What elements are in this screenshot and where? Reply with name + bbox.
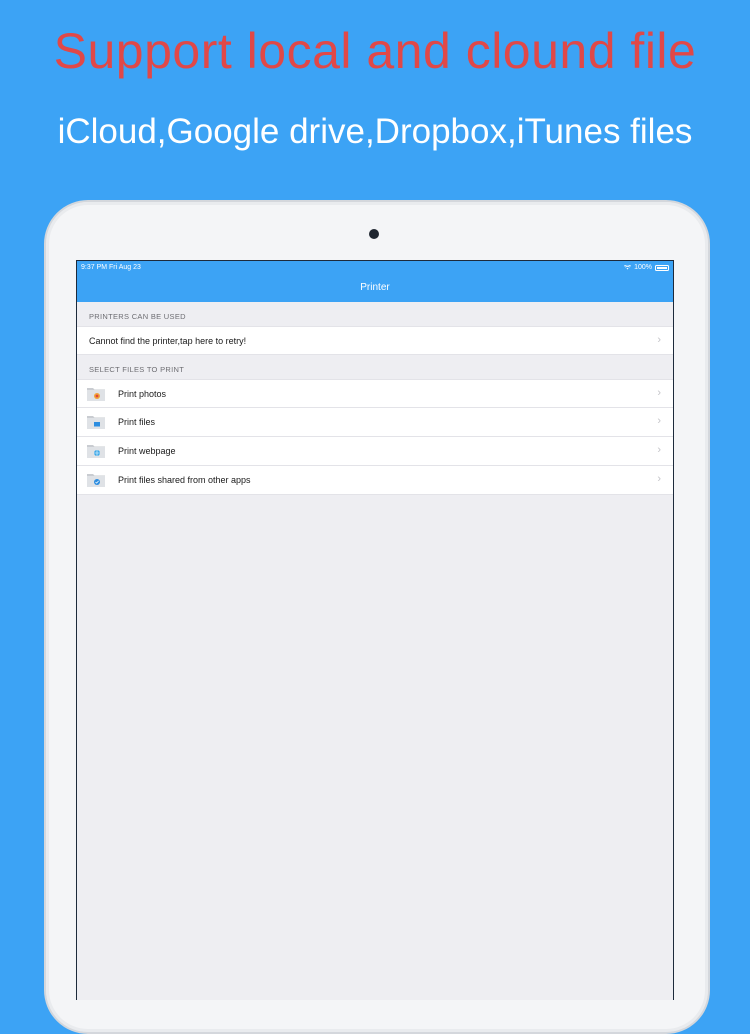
list-item-label: Print webpage [118,446,176,456]
section-header-files: SELECT FILES TO PRINT [77,355,673,379]
battery-icon [655,264,669,271]
status-bar: 9:37 PM Fri Aug 23 100% [77,261,673,274]
section-header-printers: PRINTERS CAN BE USED [77,302,673,326]
front-camera [369,229,379,239]
retry-printer-row[interactable]: Cannot find the printer,tap here to retr… [77,326,673,355]
app-screen: 9:37 PM Fri Aug 23 100% Printer PRINTERS… [76,260,674,1000]
promo-headline: Support local and clound file [53,23,697,79]
chevron-right-icon: › [657,444,661,456]
battery-percent: 100% [634,264,652,271]
status-right: 100% [624,264,669,271]
promo-subline: iCloud,Google drive,Dropbox,iTunes files [57,112,693,151]
list-item-print-files[interactable]: Print files › [77,408,673,437]
files-folder-icon [87,416,105,429]
list-item-print-shared-files[interactable]: Print files shared from other apps › [77,466,673,495]
webpage-folder-icon [87,445,105,458]
section-header-files-label: SELECT FILES TO PRINT [89,365,185,374]
nav-title: Printer [360,282,390,293]
chevron-right-icon: › [657,473,661,485]
list-item-label: Print files shared from other apps [118,475,251,485]
list-item-label: Print photos [118,389,167,399]
photos-folder-icon [87,388,105,401]
chevron-right-icon: › [657,334,661,346]
wifi-icon [624,265,632,270]
list-item-print-webpage[interactable]: Print webpage › [77,437,673,466]
section-header-printers-label: PRINTERS CAN BE USED [89,312,186,321]
retry-printer-label: Cannot find the printer,tap here to retr… [89,336,247,346]
chevron-right-icon: › [657,387,661,399]
status-time-date: 9:37 PM Fri Aug 23 [81,264,141,271]
shared-folder-icon [87,474,105,487]
list-item-print-photos[interactable]: Print photos › [77,379,673,408]
nav-bar: Printer [77,274,673,302]
chevron-right-icon: › [657,415,661,427]
list-item-label: Print files [118,417,156,427]
